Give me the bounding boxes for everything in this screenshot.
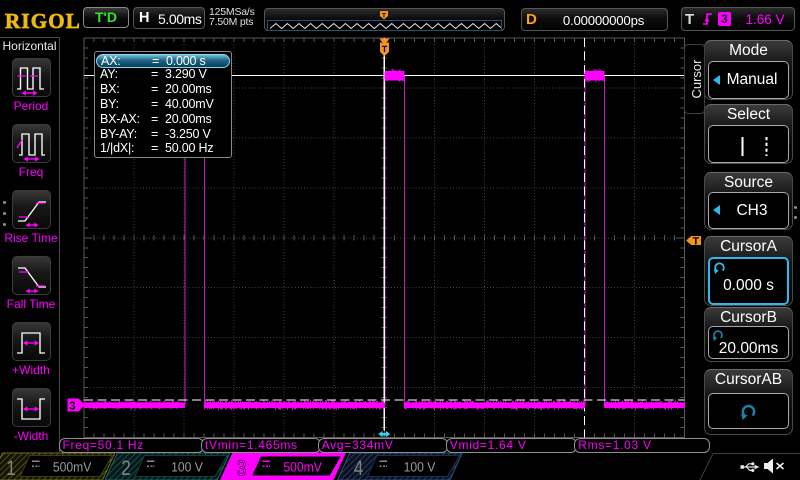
svg-text:T: T (382, 12, 386, 19)
svg-text:T: T (382, 44, 388, 54)
svg-text:100 V: 100 V (404, 460, 436, 475)
svg-text:3: 3 (237, 457, 247, 480)
svg-text:100 V: 100 V (171, 460, 203, 475)
svg-text:2: 2 (121, 457, 131, 480)
svg-text:1: 1 (6, 457, 16, 480)
svg-text:500mV: 500mV (283, 460, 322, 475)
svg-text:4: 4 (354, 457, 364, 480)
svg-text:500mV: 500mV (53, 460, 92, 475)
svg-text:3: 3 (69, 401, 75, 413)
svg-text:T: T (693, 235, 700, 247)
